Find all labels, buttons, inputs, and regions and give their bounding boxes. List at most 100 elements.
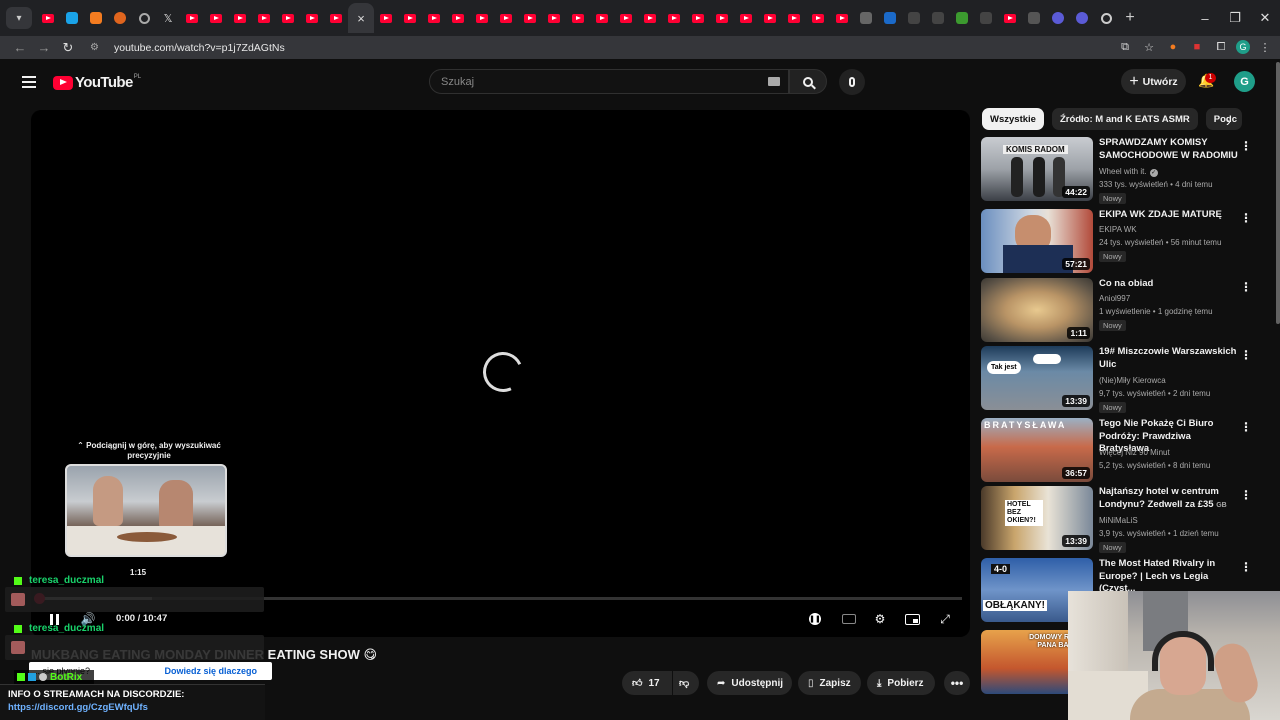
recommendation-title[interactable]: EKIPA WK ZDAJE MATURĘ bbox=[1099, 209, 1239, 222]
chip-podcasts[interactable]: Podc bbox=[1205, 108, 1242, 130]
browser-tab[interactable] bbox=[1094, 3, 1118, 33]
settings-gear-icon[interactable]: ⚙ bbox=[871, 610, 889, 628]
site-info-icon[interactable]: ⚙ bbox=[90, 42, 106, 53]
channel-name[interactable]: (Nie)Miły Kierowca bbox=[1099, 376, 1166, 385]
minimize-button[interactable]: – bbox=[1190, 0, 1220, 36]
browser-tab[interactable] bbox=[566, 3, 590, 33]
like-button[interactable]: 👍︎ 17 bbox=[622, 671, 672, 695]
more-options-icon[interactable]: ⋮ bbox=[1240, 139, 1252, 153]
more-options-icon[interactable]: ⋮ bbox=[1240, 348, 1252, 362]
browser-tab[interactable] bbox=[902, 3, 926, 33]
recommendation-title[interactable]: 19# Miszczowie Warszawskich Ulic bbox=[1099, 346, 1239, 371]
channel-name[interactable]: Wheel with it. ✓ bbox=[1099, 167, 1158, 177]
new-tab-button[interactable]: + bbox=[1118, 9, 1142, 27]
browser-tab[interactable] bbox=[614, 3, 638, 33]
channel-name[interactable]: Więcej Niż 90 Minut bbox=[1099, 448, 1170, 457]
more-options-icon[interactable]: ⋮ bbox=[1240, 211, 1252, 225]
browser-tab[interactable] bbox=[638, 3, 662, 33]
maximize-button[interactable]: ❐ bbox=[1220, 0, 1250, 36]
browser-tab[interactable] bbox=[878, 3, 902, 33]
browser-tab[interactable] bbox=[686, 3, 710, 33]
browser-menu-icon[interactable]: ⋮ bbox=[1256, 38, 1274, 56]
video-thumbnail[interactable]: 1:11 bbox=[981, 278, 1093, 342]
chevron-right-icon[interactable]: › bbox=[1226, 113, 1231, 129]
browser-tab[interactable] bbox=[276, 3, 300, 33]
browser-tab[interactable] bbox=[494, 3, 518, 33]
keyboard-icon[interactable] bbox=[768, 77, 780, 86]
dislike-button[interactable]: 👎︎ bbox=[673, 671, 699, 695]
browser-tab-active[interactable]: × bbox=[348, 3, 374, 33]
browser-tab[interactable] bbox=[518, 3, 542, 33]
autoplay-toggle[interactable]: ❚❚ bbox=[806, 610, 824, 628]
browser-tab[interactable] bbox=[84, 3, 108, 33]
video-thumbnail[interactable]: KOMIS RADOM 44:22 bbox=[981, 137, 1093, 201]
channel-name[interactable]: Aniol997 bbox=[1099, 294, 1130, 303]
browser-tab[interactable] bbox=[710, 3, 734, 33]
browser-tab[interactable] bbox=[806, 3, 830, 33]
video-thumbnail[interactable]: Tak jest 13:39 bbox=[981, 346, 1093, 410]
browser-tab[interactable] bbox=[1022, 3, 1046, 33]
youtube-logo[interactable]: YouTube PL bbox=[53, 74, 141, 91]
extensions-puzzle-icon[interactable]: ⧠ bbox=[1212, 38, 1230, 56]
browser-tab[interactable] bbox=[1046, 3, 1070, 33]
browser-tab[interactable] bbox=[590, 3, 614, 33]
browser-tab[interactable] bbox=[180, 3, 204, 33]
page-scrollbar[interactable] bbox=[1276, 62, 1280, 324]
browser-tab[interactable] bbox=[108, 3, 132, 33]
recommendation-title[interactable]: The Most Hated Rivalry in Europe? | Lech… bbox=[1099, 558, 1239, 596]
close-tab-icon[interactable]: × bbox=[357, 11, 365, 26]
recommendation-item[interactable]: BRATYSŁAWA 36:57 Tego Nie Pokażę Ci Biur… bbox=[981, 418, 1271, 482]
account-avatar[interactable]: G bbox=[1234, 71, 1255, 92]
back-arrow-icon[interactable]: ← bbox=[8, 40, 32, 55]
download-button[interactable]: ⤓ Pobierz bbox=[867, 671, 935, 695]
extension-icon[interactable]: ■ bbox=[1188, 38, 1206, 56]
tab-search-button[interactable]: ▾ bbox=[6, 7, 32, 29]
browser-tab[interactable] bbox=[998, 3, 1022, 33]
video-thumbnail[interactable]: 57:21 bbox=[981, 209, 1093, 273]
fullscreen-icon[interactable]: ⤢ bbox=[936, 610, 954, 628]
share-button[interactable]: ➦ Udostępnij bbox=[707, 671, 792, 695]
recommendation-item[interactable]: KOMIS RADOM 44:22 SPRAWDZAMY KOMISY SAMO… bbox=[981, 137, 1271, 204]
channel-name[interactable]: EKIPA WK bbox=[1099, 225, 1137, 234]
profile-avatar[interactable]: G bbox=[1236, 40, 1250, 54]
recommendation-item[interactable]: Tak jest 13:39 19# Miszczowie Warszawski… bbox=[981, 346, 1271, 413]
more-options-icon[interactable]: ⋮ bbox=[1240, 488, 1252, 502]
browser-tab[interactable] bbox=[734, 3, 758, 33]
browser-tab[interactable] bbox=[542, 3, 566, 33]
browser-tab[interactable] bbox=[60, 3, 84, 33]
browser-tab[interactable] bbox=[1070, 3, 1094, 33]
search-button[interactable] bbox=[789, 69, 827, 94]
browser-tab[interactable] bbox=[782, 3, 806, 33]
browser-tab[interactable] bbox=[228, 3, 252, 33]
browser-tab[interactable] bbox=[398, 3, 422, 33]
browser-tab[interactable] bbox=[132, 3, 156, 33]
reload-icon[interactable]: ↻ bbox=[56, 40, 80, 56]
extension-icon[interactable]: ● bbox=[1164, 38, 1182, 56]
browser-tab[interactable] bbox=[204, 3, 228, 33]
more-options-icon[interactable]: ⋮ bbox=[1240, 560, 1252, 574]
browser-tab[interactable]: 𝕏 bbox=[156, 3, 180, 33]
recommendation-title[interactable]: Najtańszy hotel w centrum Londynu? Zedwe… bbox=[1099, 486, 1239, 512]
browser-tab[interactable] bbox=[830, 3, 854, 33]
forward-arrow-icon[interactable]: → bbox=[32, 40, 56, 55]
search-input[interactable]: Szukaj bbox=[429, 69, 789, 94]
subtitles-icon[interactable] bbox=[840, 610, 858, 628]
browser-tab[interactable] bbox=[446, 3, 470, 33]
browser-tab[interactable] bbox=[36, 3, 60, 33]
browser-tab[interactable] bbox=[854, 3, 878, 33]
more-options-icon[interactable]: ⋮ bbox=[1240, 280, 1252, 294]
voice-search-button[interactable] bbox=[839, 69, 865, 95]
browser-tab[interactable] bbox=[374, 3, 398, 33]
recommendation-item[interactable]: 57:21 EKIPA WK ZDAJE MATURĘ EKIPA WK 24 … bbox=[981, 209, 1271, 273]
more-options-icon[interactable]: ⋮ bbox=[1240, 420, 1252, 434]
chip-source[interactable]: Źródło: M and K EATS ASMR bbox=[1051, 108, 1198, 130]
recommendation-item[interactable]: HOTEL BEZ OKIEN?! 13:39 Najtańszy hotel … bbox=[981, 486, 1271, 553]
recommendation-title[interactable]: SPRAWDZAMY KOMISY SAMOCHODOWE W RADOMIU bbox=[1099, 137, 1239, 162]
create-button[interactable]: + Utwórz bbox=[1121, 69, 1186, 94]
guide-menu-icon[interactable] bbox=[22, 76, 36, 91]
browser-tab[interactable] bbox=[300, 3, 324, 33]
browser-tab[interactable] bbox=[662, 3, 686, 33]
miniplayer-icon[interactable] bbox=[903, 610, 921, 628]
learn-why-link[interactable]: Dowiedz się dlaczego bbox=[164, 666, 257, 676]
browser-tab[interactable] bbox=[252, 3, 276, 33]
